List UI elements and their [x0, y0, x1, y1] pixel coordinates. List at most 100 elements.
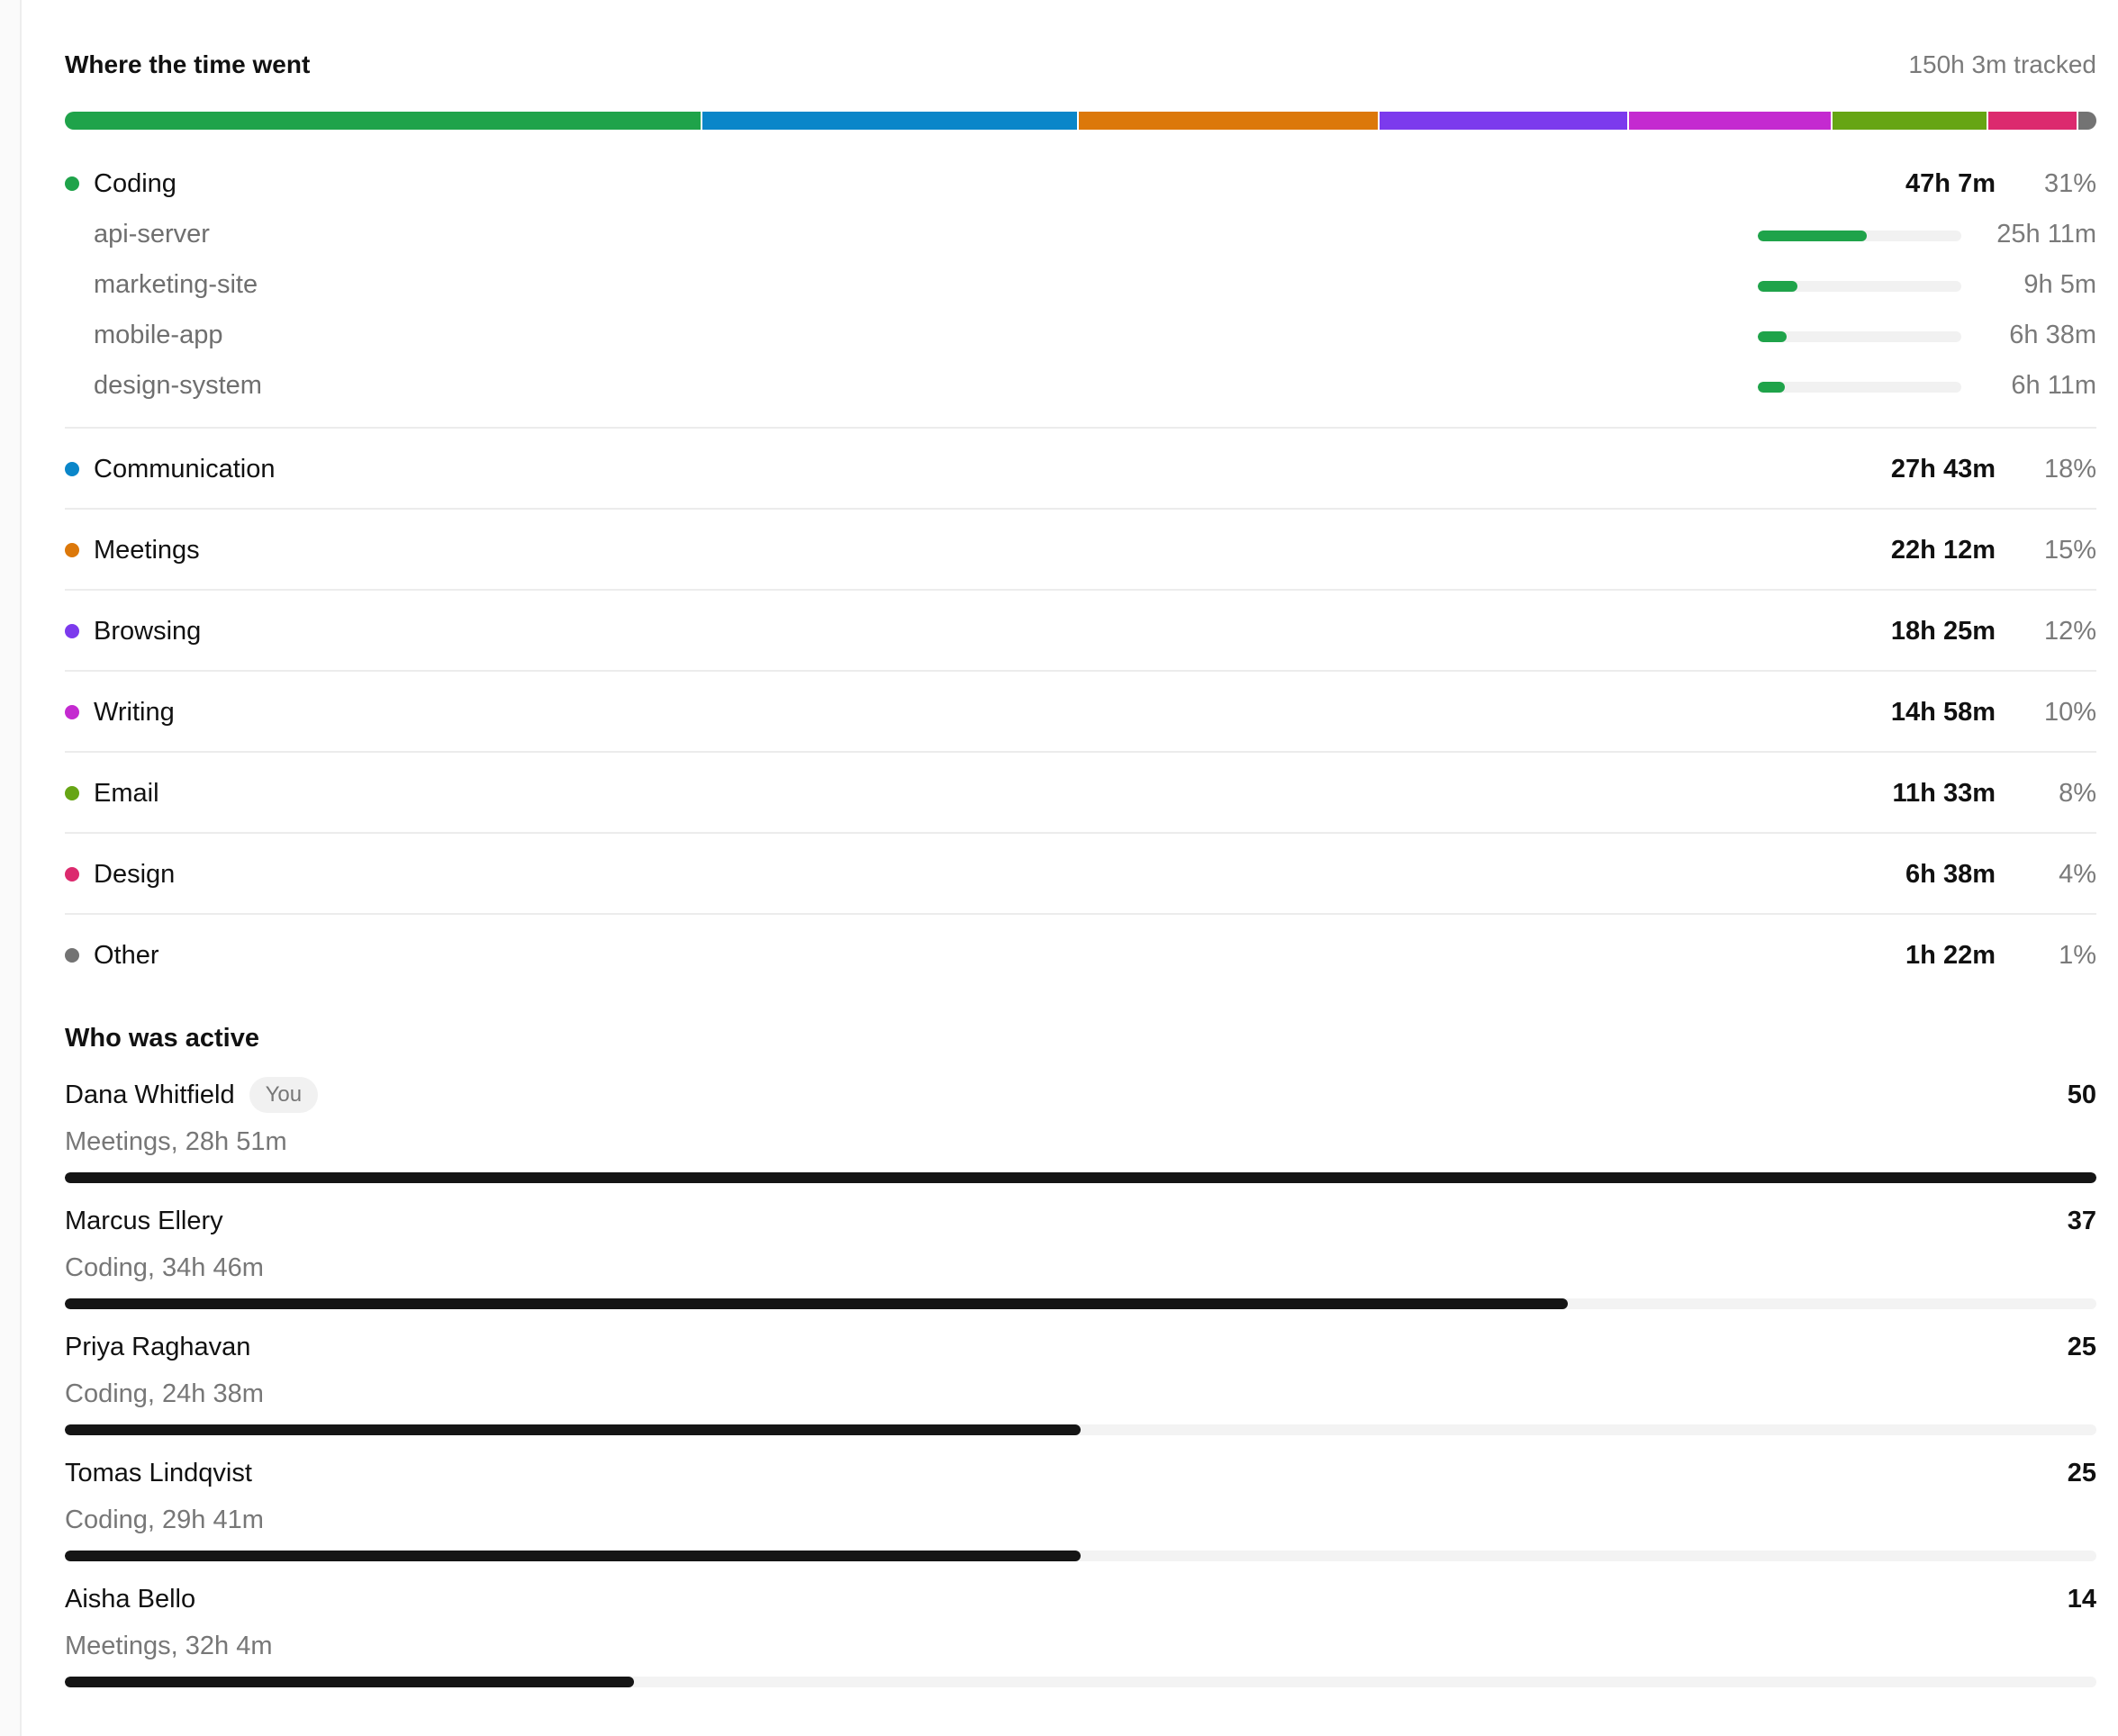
category-row-writing[interactable]: Writing 14h 58m 10% — [65, 672, 2096, 753]
project-progress-track — [1758, 231, 1961, 241]
project-time: 6h 38m — [2009, 321, 2096, 349]
person-name-label: Tomas Lindqvist — [65, 1459, 252, 1487]
category-dot-icon — [65, 624, 79, 638]
category-dot-icon — [65, 462, 79, 476]
person-row-tomas-lindqvist[interactable]: Tomas Lindqvist 25 Coding, 29h 41m — [65, 1455, 2096, 1581]
project-name: design-system — [94, 371, 262, 400]
person-score: 37 — [2067, 1207, 2096, 1235]
category-percent: 12% — [2043, 617, 2096, 646]
category-time: 14h 58m — [1890, 698, 1996, 727]
stack-segment-meetings — [1078, 112, 1380, 130]
category-percent: 4% — [2059, 860, 2096, 889]
project-row-design-system[interactable]: design-system 6h 11m — [65, 360, 2096, 411]
category-row-meetings[interactable]: Meetings 22h 12m 15% — [65, 510, 2096, 591]
category-time: 47h 7m — [1905, 169, 1996, 198]
project-time: 6h 11m — [2011, 371, 2096, 400]
person-name: Aisha Bello — [65, 1581, 195, 1617]
person-name: Tomas Lindqvist — [65, 1455, 252, 1491]
person-score: 50 — [2067, 1080, 2096, 1109]
project-name: mobile-app — [94, 321, 223, 349]
category-time: 27h 43m — [1890, 455, 1996, 484]
person-top-activity: Meetings, 28h 51m — [65, 1127, 287, 1156]
person-score: 25 — [2067, 1333, 2096, 1361]
person-name-label: Dana Whitfield — [65, 1080, 235, 1109]
category-row-browsing[interactable]: Browsing 18h 25m 12% — [65, 591, 2096, 672]
stack-segment-other — [2077, 112, 2096, 130]
project-name: api-server — [94, 220, 210, 249]
activity-title: Who was active — [65, 1024, 259, 1053]
project-progress-track — [1758, 382, 1961, 393]
person-activity-track — [65, 1172, 2096, 1183]
category-name: Design — [94, 860, 176, 889]
project-row-api-server[interactable]: api-server 25h 11m — [65, 209, 2096, 259]
person-activity-fill — [65, 1677, 634, 1687]
person-name: Priya Raghavan — [65, 1329, 250, 1365]
category-time: 18h 25m — [1890, 617, 1996, 646]
project-progress-fill — [1758, 231, 1867, 241]
person-row-dana-whitfield[interactable]: Dana Whitfield You 50 Meetings, 28h 51m — [65, 1077, 2096, 1203]
person-score: 14 — [2067, 1585, 2096, 1614]
person-top-activity: Coding, 29h 41m — [65, 1505, 264, 1534]
project-progress-track — [1758, 281, 1961, 292]
total-tracked: 150h 3m tracked — [1908, 50, 2096, 78]
category-percent: 1% — [2059, 941, 2096, 970]
person-top-activity: Meetings, 32h 4m — [65, 1632, 273, 1660]
category-row-other[interactable]: Other 1h 22m 1% — [65, 915, 2096, 996]
person-score: 25 — [2067, 1459, 2096, 1487]
category-dot-icon — [65, 543, 79, 557]
person-activity-track — [65, 1551, 2096, 1561]
project-progress-fill — [1758, 382, 1785, 393]
project-row-mobile-app[interactable]: mobile-app 6h 38m — [65, 310, 2096, 360]
category-stacked-bar — [65, 112, 2096, 130]
you-badge: You — [249, 1077, 319, 1113]
category-name: Browsing — [94, 617, 202, 646]
category-dot-icon — [65, 948, 79, 963]
category-percent: 15% — [2043, 536, 2096, 565]
stack-segment-communication — [702, 112, 1079, 130]
person-row-marcus-ellery[interactable]: Marcus Ellery 37 Coding, 34h 46m — [65, 1203, 2096, 1329]
category-name: Email — [94, 779, 159, 808]
category-time: 11h 33m — [1892, 779, 1996, 808]
stack-segment-writing — [1629, 112, 1833, 130]
project-row-marketing-site[interactable]: marketing-site 9h 5m — [65, 259, 2096, 310]
category-time: 1h 22m — [1905, 941, 1996, 970]
category-percent: 18% — [2043, 455, 2096, 484]
person-name-label: Priya Raghavan — [65, 1333, 251, 1361]
category-time: 6h 38m — [1905, 860, 1996, 889]
person-row-aisha-bello[interactable]: Aisha Bello 14 Meetings, 32h 4m — [65, 1581, 2096, 1707]
category-name: Writing — [94, 698, 175, 727]
person-row-priya-raghavan[interactable]: Priya Raghavan 25 Coding, 24h 38m — [65, 1329, 2096, 1455]
person-activity-track — [65, 1677, 2096, 1687]
category-row-email[interactable]: Email 11h 33m 8% — [65, 753, 2096, 834]
person-name: Dana Whitfield You — [65, 1077, 319, 1113]
category-percent: 31% — [2043, 169, 2096, 198]
project-time: 25h 11m — [1996, 220, 2096, 249]
category-name: Meetings — [94, 536, 200, 565]
time-breakdown-header: Where the time went 150h 3m tracked — [65, 47, 2096, 83]
stack-segment-browsing — [1379, 112, 1630, 130]
person-name: Marcus Ellery — [65, 1203, 223, 1239]
category-dot-icon — [65, 705, 79, 719]
person-top-activity: Coding, 24h 38m — [65, 1379, 264, 1408]
person-activity-track — [65, 1298, 2096, 1309]
category-dot-icon — [65, 176, 79, 191]
person-activity-fill — [65, 1551, 1081, 1561]
category-name: Coding — [94, 169, 176, 198]
category-row-communication[interactable]: Communication 27h 43m 18% — [65, 429, 2096, 510]
stack-segment-design — [1988, 112, 2078, 130]
section-title: Where the time went — [65, 50, 311, 78]
category-row-coding[interactable]: Coding 47h 7m 31% — [65, 158, 2096, 209]
project-progress-fill — [1758, 331, 1787, 342]
category-percent: 8% — [2059, 779, 2096, 808]
left-panel-edge — [0, 0, 22, 1736]
person-top-activity: Coding, 34h 46m — [65, 1253, 264, 1282]
category-name: Other — [94, 941, 159, 970]
person-activity-fill — [65, 1424, 1081, 1435]
category-percent: 10% — [2043, 698, 2096, 727]
category-time: 22h 12m — [1890, 536, 1996, 565]
project-progress-fill — [1758, 281, 1797, 292]
person-activity-fill — [65, 1298, 1569, 1309]
person-name-label: Marcus Ellery — [65, 1207, 223, 1235]
category-row-design[interactable]: Design 6h 38m 4% — [65, 834, 2096, 915]
project-time: 9h 5m — [2023, 270, 2096, 299]
